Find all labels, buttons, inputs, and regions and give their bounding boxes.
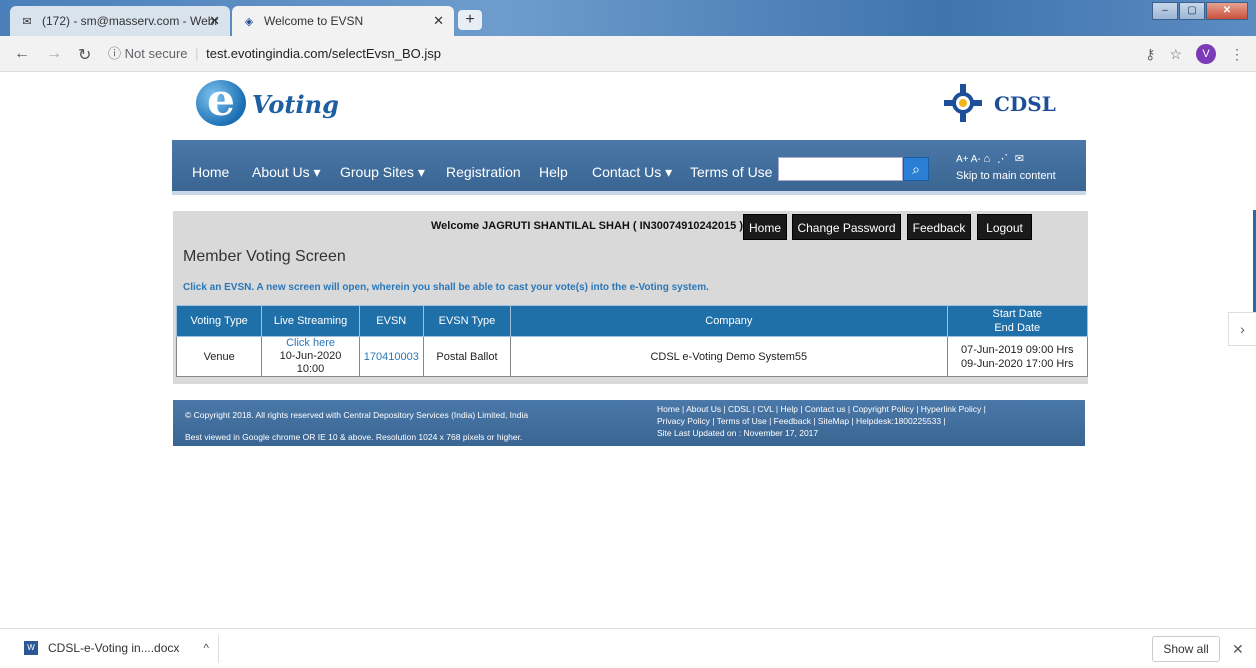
header-start-date: Start Date bbox=[992, 308, 1043, 320]
cell-voting-type: Venue bbox=[175, 336, 263, 377]
download-bar: W CDSL-e-Voting in....docx ^ Show all ✕ bbox=[0, 628, 1256, 668]
window-controls: – ▢ ✕ bbox=[1151, 2, 1248, 20]
welcome-text: Welcome JAGRUTI SHANTILAL SHAH ( IN30074… bbox=[431, 220, 743, 232]
chevron-up-icon[interactable]: ^ bbox=[203, 641, 209, 655]
new-tab-button[interactable]: + bbox=[458, 10, 482, 30]
mail-icon: ✉ bbox=[22, 15, 32, 28]
menu-icon[interactable]: ⋮ bbox=[1230, 46, 1244, 63]
home-icon[interactable]: ⌂ bbox=[984, 153, 995, 165]
forward-arrow-icon[interactable]: → bbox=[46, 45, 62, 63]
page-title: Member Voting Screen bbox=[183, 248, 346, 265]
live-streaming-link[interactable]: Click here bbox=[266, 337, 354, 350]
footer-links-row[interactable]: Privacy Policy | Terms of Use | Feedback… bbox=[657, 415, 986, 427]
voting-table: Voting Type Live Streaming EVSN EVSN Typ… bbox=[175, 305, 1088, 377]
cdsl-logo-text: CDSL bbox=[994, 92, 1056, 116]
cdsl-logo-icon bbox=[944, 84, 982, 122]
security-label: Not secure bbox=[124, 46, 188, 61]
download-item[interactable]: W CDSL-e-Voting in....docx ^ bbox=[24, 641, 209, 655]
search-icon[interactable]: ⌕ bbox=[903, 157, 929, 181]
url-text: test.evotingindia.com/selectEvsn_BO.jsp bbox=[206, 46, 441, 61]
reload-icon[interactable]: ↻ bbox=[78, 45, 91, 65]
logo-row: e Voting CDSL bbox=[172, 76, 1086, 140]
cell-company: CDSL e-Voting Demo System55 bbox=[510, 336, 948, 377]
footer-links-row[interactable]: Home | About Us | CDSL | CVL | Help | Co… bbox=[657, 403, 986, 415]
minimize-button[interactable]: – bbox=[1152, 2, 1178, 20]
best-viewed-text: Best viewed in Google chrome OR IE 10 & … bbox=[185, 432, 523, 442]
nav-registration[interactable]: Registration bbox=[446, 164, 521, 180]
close-tab-icon[interactable]: ✕ bbox=[433, 13, 444, 29]
main-panel: Welcome JAGRUTI SHANTILAL SHAH ( IN30074… bbox=[173, 211, 1088, 384]
chevron-right-icon[interactable]: › bbox=[1228, 312, 1256, 346]
download-filename: CDSL-e-Voting in....docx bbox=[48, 641, 180, 655]
cell-evsn-type: Postal Ballot bbox=[422, 336, 512, 377]
header-live-streaming: Live Streaming bbox=[261, 305, 360, 337]
cell-dates: 07-Jun-2019 09:00 Hrs 09-Jun-2020 17:00 … bbox=[946, 336, 1088, 377]
skip-to-content-link[interactable]: Skip to main content bbox=[956, 170, 1056, 182]
end-date: 09-Jun-2020 17:00 Hrs bbox=[960, 357, 1074, 370]
footer-links: Home | About Us | CDSL | CVL | Help | Co… bbox=[657, 403, 986, 439]
evsn-link[interactable]: 170410003 bbox=[364, 351, 419, 363]
tab-evsn[interactable]: ◈ Welcome to EVSN ✕ bbox=[232, 6, 454, 36]
sitemap-icon[interactable]: ⋰ bbox=[997, 153, 1012, 165]
nav-group-sites[interactable]: Group Sites ▾ bbox=[340, 164, 425, 181]
tab-title: Welcome to EVSN bbox=[264, 14, 364, 28]
evoting-logo-text[interactable]: Voting bbox=[252, 90, 339, 119]
live-streaming-time: 10-Jun-2020 10:00 bbox=[279, 350, 342, 375]
info-icon[interactable]: ⓘ bbox=[108, 46, 121, 61]
start-date: 07-Jun-2019 09:00 Hrs bbox=[960, 343, 1074, 356]
logout-button[interactable]: Logout bbox=[977, 214, 1032, 240]
nav-terms-of-use[interactable]: Terms of Use bbox=[690, 164, 772, 180]
show-all-button[interactable]: Show all bbox=[1152, 636, 1220, 662]
omnibox[interactable]: ⓘ Not secure | test.evotingindia.com/sel… bbox=[108, 41, 1108, 67]
font-size-controls[interactable]: A+ A- bbox=[956, 154, 981, 165]
mail-icon[interactable]: ✉ bbox=[1015, 153, 1028, 165]
tab-webmail[interactable]: ✉ (172) - sm@masserv.com - Webr ✕ bbox=[10, 6, 230, 36]
toolbar-icons: ⚷ ☆ V ⋮ bbox=[1145, 44, 1244, 64]
star-icon[interactable]: ☆ bbox=[1169, 46, 1182, 63]
nav-help[interactable]: Help bbox=[539, 164, 568, 180]
address-bar: ← → ↻ ⓘ Not secure | test.evotingindia.c… bbox=[0, 36, 1256, 72]
home-button[interactable]: Home bbox=[743, 214, 787, 240]
evoting-logo-icon[interactable]: e bbox=[196, 79, 246, 126]
browser-tab-strip: ✉ (172) - sm@masserv.com - Webr ✕ ◈ Welc… bbox=[0, 0, 1256, 36]
accessibility-controls: A+ A- ⌂ ⋰ ✉ bbox=[956, 152, 1028, 165]
change-password-button[interactable]: Change Password bbox=[792, 214, 901, 240]
copyright-text: © Copyright 2018. All rights reserved wi… bbox=[185, 410, 529, 420]
cell-live-streaming: Click here 10-Jun-2020 10:00 bbox=[261, 336, 360, 377]
header-voting-type: Voting Type bbox=[175, 305, 263, 337]
header-evsn-type: EVSN Type bbox=[422, 305, 512, 337]
diamond-icon: ◈ bbox=[244, 15, 254, 28]
header-evsn: EVSN bbox=[358, 305, 424, 337]
feedback-button[interactable]: Feedback bbox=[907, 214, 971, 240]
window-close-button[interactable]: ✕ bbox=[1206, 2, 1248, 20]
close-icon[interactable]: ✕ bbox=[1232, 641, 1244, 658]
nav-about-us[interactable]: About Us ▾ bbox=[252, 164, 321, 181]
tab-title: (172) - sm@masserv.com - Webr bbox=[42, 14, 219, 28]
header-company: Company bbox=[510, 305, 948, 337]
header-end-date: End Date bbox=[994, 322, 1041, 334]
divider bbox=[218, 635, 219, 663]
maximize-button[interactable]: ▢ bbox=[1179, 2, 1205, 20]
nav-contact-us[interactable]: Contact Us ▾ bbox=[592, 164, 672, 181]
table-row: Venue Click here 10-Jun-2020 10:00 17041… bbox=[175, 336, 1088, 377]
word-doc-icon: W bbox=[24, 641, 38, 655]
main-navigation: Home About Us ▾ Group Sites ▾ Registrati… bbox=[172, 140, 1086, 195]
cell-evsn: 170410003 bbox=[358, 336, 424, 377]
avatar[interactable]: V bbox=[1196, 44, 1216, 64]
last-updated-text: Site Last Updated on : November 17, 2017 bbox=[657, 428, 819, 438]
key-icon[interactable]: ⚷ bbox=[1145, 46, 1155, 63]
header-dates: Start Date End Date bbox=[946, 305, 1088, 337]
close-tab-icon[interactable]: ✕ bbox=[209, 13, 220, 29]
nav-home[interactable]: Home bbox=[192, 164, 229, 180]
instruction-text: Click an EVSN. A new screen will open, w… bbox=[183, 282, 709, 293]
search-input[interactable] bbox=[778, 157, 903, 181]
back-arrow-icon[interactable]: ← bbox=[14, 45, 30, 63]
site-footer: © Copyright 2018. All rights reserved wi… bbox=[173, 400, 1085, 446]
